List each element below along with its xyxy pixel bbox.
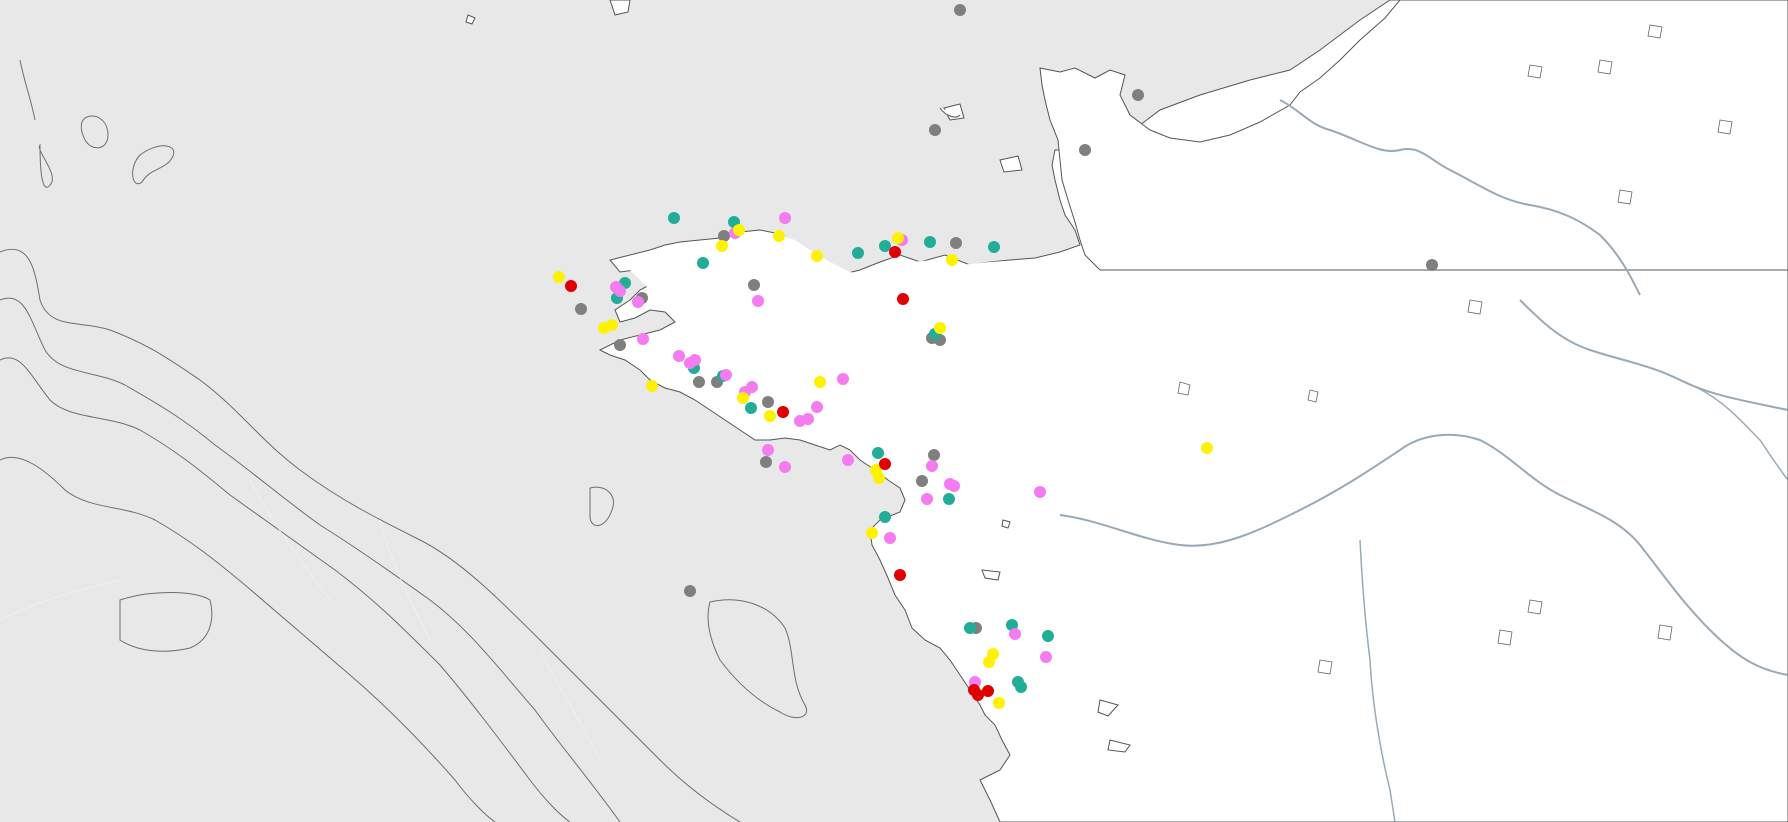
map-marker-pink[interactable] — [842, 454, 854, 466]
map-marker-gray[interactable] — [748, 279, 760, 291]
map-marker-pink[interactable] — [926, 460, 938, 472]
map-marker-yellow[interactable] — [733, 224, 745, 236]
map-marker-pink[interactable] — [802, 413, 814, 425]
map-marker-teal[interactable] — [852, 247, 864, 259]
map-marker-gray[interactable] — [693, 376, 705, 388]
map-marker-pink[interactable] — [837, 373, 849, 385]
map-canvas[interactable] — [0, 0, 1788, 822]
map-marker-yellow[interactable] — [1201, 442, 1213, 454]
map-marker-pink[interactable] — [1034, 486, 1046, 498]
map-marker-yellow[interactable] — [983, 656, 995, 668]
map-marker-gray[interactable] — [614, 339, 626, 351]
map-marker-teal[interactable] — [745, 402, 757, 414]
map-marker-red[interactable] — [565, 280, 577, 292]
map-marker-gray[interactable] — [950, 237, 962, 249]
map-marker-pink[interactable] — [673, 350, 685, 362]
map-marker-pink[interactable] — [746, 381, 758, 393]
map-marker-pink[interactable] — [1009, 628, 1021, 640]
map-marker-gray[interactable] — [954, 4, 966, 16]
map-marker-yellow[interactable] — [773, 230, 785, 242]
map-marker-teal[interactable] — [697, 257, 709, 269]
map-marker-pink[interactable] — [921, 493, 933, 505]
map-marker-gray[interactable] — [928, 449, 940, 461]
map-marker-gray[interactable] — [1079, 144, 1091, 156]
map-marker-yellow[interactable] — [764, 410, 776, 422]
map-marker-yellow[interactable] — [716, 240, 728, 252]
map-marker-pink[interactable] — [614, 285, 626, 297]
map-marker-teal[interactable] — [943, 493, 955, 505]
map-marker-gray[interactable] — [718, 230, 730, 242]
map-marker-red[interactable] — [879, 458, 891, 470]
map-marker-teal[interactable] — [1042, 630, 1054, 642]
map-marker-gray[interactable] — [929, 124, 941, 136]
map-marker-gray[interactable] — [684, 585, 696, 597]
map-marker-teal[interactable] — [988, 241, 1000, 253]
map-marker-yellow[interactable] — [873, 472, 885, 484]
map-marker-red[interactable] — [897, 293, 909, 305]
map-marker-pink[interactable] — [1040, 651, 1052, 663]
map-marker-red[interactable] — [777, 406, 789, 418]
map-marker-red[interactable] — [894, 569, 906, 581]
map-marker-teal[interactable] — [879, 511, 891, 523]
map-marker-pink[interactable] — [948, 480, 960, 492]
map-marker-pink[interactable] — [884, 532, 896, 544]
map-marker-teal[interactable] — [1015, 681, 1027, 693]
map-marker-red[interactable] — [889, 246, 901, 258]
map-marker-pink[interactable] — [752, 295, 764, 307]
map-marker-yellow[interactable] — [814, 376, 826, 388]
map-marker-pink[interactable] — [811, 401, 823, 413]
map-marker-gray[interactable] — [575, 303, 587, 315]
map-marker-pink[interactable] — [779, 212, 791, 224]
map-marker-yellow[interactable] — [934, 322, 946, 334]
map-marker-gray[interactable] — [760, 456, 772, 468]
map-marker-teal[interactable] — [964, 622, 976, 634]
map-marker-teal[interactable] — [879, 240, 891, 252]
map-marker-yellow[interactable] — [606, 319, 618, 331]
map-marker-pink[interactable] — [762, 444, 774, 456]
map-marker-pink[interactable] — [779, 461, 791, 473]
map-marker-gray[interactable] — [762, 396, 774, 408]
map-marker-teal[interactable] — [924, 236, 936, 248]
map-marker-yellow[interactable] — [737, 392, 749, 404]
map-marker-gray[interactable] — [1132, 89, 1144, 101]
map-marker-gray[interactable] — [916, 475, 928, 487]
map-marker-pink[interactable] — [720, 369, 732, 381]
map-marker-pink[interactable] — [689, 354, 701, 366]
map-marker-teal[interactable] — [872, 447, 884, 459]
map-marker-red[interactable] — [982, 685, 994, 697]
map-marker-yellow[interactable] — [553, 271, 565, 283]
map-marker-pink[interactable] — [637, 333, 649, 345]
map-marker-yellow[interactable] — [993, 697, 1005, 709]
map-marker-teal[interactable] — [668, 212, 680, 224]
map-marker-yellow[interactable] — [646, 380, 658, 392]
map-marker-yellow[interactable] — [811, 250, 823, 262]
map-marker-pink[interactable] — [632, 296, 644, 308]
map-marker-yellow[interactable] — [946, 254, 958, 266]
map-marker-gray[interactable] — [1426, 259, 1438, 271]
map-marker-yellow[interactable] — [892, 232, 904, 244]
map-marker-yellow[interactable] — [866, 527, 878, 539]
